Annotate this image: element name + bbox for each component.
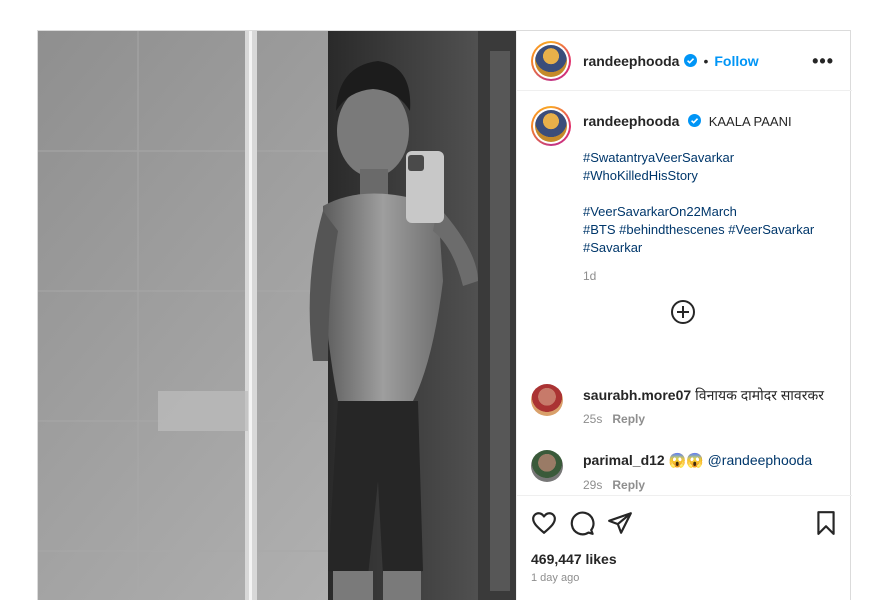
- verified-badge-icon: [688, 114, 702, 127]
- author-username[interactable]: randeephooda: [583, 53, 679, 69]
- comment-text: विनायक दामोदर सावरकर: [695, 387, 824, 403]
- posted-time: 1 day ago: [531, 572, 580, 584]
- comment-bubble-icon[interactable]: [569, 510, 595, 536]
- plus-circle-icon[interactable]: [671, 300, 695, 324]
- follow-button[interactable]: Follow: [714, 53, 758, 69]
- caption-time: 1d: [583, 269, 597, 283]
- caption-text: KAALA PAANI: [708, 114, 792, 129]
- reply-button[interactable]: Reply: [612, 412, 645, 426]
- mention-link[interactable]: @randeephooda: [708, 452, 813, 468]
- commenter-avatar[interactable]: [531, 450, 563, 482]
- commenter-avatar[interactable]: [531, 384, 563, 416]
- bookmark-icon[interactable]: [813, 510, 839, 536]
- comment-time: 25s: [583, 412, 603, 426]
- hashtag-link[interactable]: #Savarkar: [583, 239, 843, 257]
- caption-avatar[interactable]: [531, 106, 571, 146]
- comment-time: 29s: [583, 478, 603, 492]
- mirror-selfie-photo: [38, 31, 516, 600]
- heart-icon[interactable]: [531, 510, 557, 536]
- separator-dot: •: [703, 52, 709, 69]
- hashtag-link[interactable]: #WhoKilledHisStory: [583, 167, 843, 185]
- likes-count[interactable]: 469,447 likes: [531, 551, 617, 567]
- post-container: randeephooda • Follow ••• randeephooda K…: [37, 30, 852, 600]
- commenter-username[interactable]: saurabh.more07: [583, 387, 691, 403]
- hashtag-link[interactable]: #SwatantryaVeerSavarkar: [583, 149, 843, 167]
- post-photo[interactable]: [38, 31, 516, 600]
- author-avatar[interactable]: [531, 40, 571, 81]
- more-options-icon[interactable]: •••: [812, 51, 834, 72]
- post-header: randeephooda • Follow •••: [517, 31, 852, 91]
- caption-username[interactable]: randeephooda: [583, 113, 679, 129]
- reply-button[interactable]: Reply: [612, 478, 645, 492]
- paper-plane-icon[interactable]: [607, 510, 633, 536]
- verified-badge-icon: [684, 54, 698, 67]
- hashtag-link[interactable]: #VeerSavarkarOn22March: [583, 203, 843, 221]
- commenter-username[interactable]: parimal_d12: [583, 452, 665, 468]
- post-side-panel: randeephooda • Follow ••• randeephooda K…: [516, 31, 852, 600]
- comment-emoji: 😱😱: [668, 452, 704, 468]
- action-bar: 469,447 likes 1 day ago: [517, 495, 852, 600]
- comments-section[interactable]: randeephooda KAALA PAANI #SwatantryaVeer…: [517, 92, 852, 494]
- hashtag-link[interactable]: #BTS #behindthescenes #VeerSavarkar: [583, 221, 843, 239]
